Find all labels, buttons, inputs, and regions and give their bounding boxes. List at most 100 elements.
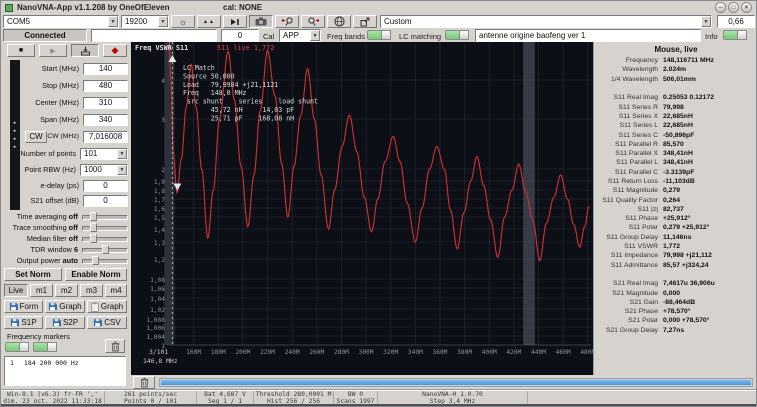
slider-thumb[interactable] <box>90 234 97 243</box>
trash-icon <box>140 377 148 388</box>
output-power-slider[interactable] <box>82 256 128 265</box>
sweep-run-button[interactable]: ▶ <box>39 44 67 57</box>
markers-toggle-1[interactable] <box>5 342 29 352</box>
mem-m3-button[interactable]: m3 <box>80 284 103 297</box>
close-button[interactable]: ✕ <box>741 2 752 13</box>
svg-text:1,7: 1,7 <box>154 197 165 204</box>
mem-m1-button[interactable]: m1 <box>30 284 53 297</box>
rbw-select[interactable]: 1000 ▼ <box>80 163 128 176</box>
chevron-down-icon[interactable]: ▼ <box>701 16 711 27</box>
delete-markers-button[interactable] <box>105 339 125 353</box>
cw-button[interactable]: CW <box>25 130 47 143</box>
copy-graph-button[interactable]: Graph <box>87 300 127 313</box>
enable-norm-button[interactable]: Enable Norm <box>65 268 127 281</box>
chevron-down-icon[interactable]: ▼ <box>117 164 127 175</box>
sweep-stop-button[interactable]: ■ <box>7 44 35 57</box>
svg-text:3: 3 <box>161 117 165 124</box>
save-form-button[interactable]: Form <box>4 300 43 313</box>
mouse-row: S11 Real Imag 0.25053 0.12172 <box>613 94 715 102</box>
cal-mode-select[interactable]: APP ▼ <box>279 29 321 42</box>
stop-icon: ■ <box>18 47 24 54</box>
edelay-input[interactable]: 0 <box>83 179 128 192</box>
marker-row[interactable]: 1 184 200 000 Hz <box>5 357 125 367</box>
save-graph-button[interactable]: Graph <box>45 300 85 313</box>
set-norm-button[interactable]: Set Norm <box>4 268 62 281</box>
svg-text:260M: 260M <box>309 349 324 356</box>
status-row-1: Win-8.1 (v6.3) fr-FR ',' 261 points/sec Ba… <box>1 391 756 398</box>
chevron-down-icon[interactable]: ▼ <box>108 16 118 27</box>
bands-button[interactable] <box>327 15 351 28</box>
minimize-button[interactable]: ─ <box>715 2 726 13</box>
lc-matching-toggle[interactable] <box>445 30 469 40</box>
points-select[interactable]: 101 ▼ <box>80 147 128 160</box>
span-input[interactable]: 340 <box>83 113 128 126</box>
stop-input[interactable]: 480 <box>83 79 128 92</box>
save-s2p-button[interactable]: S2P <box>45 316 85 329</box>
start-label: Start (MHz) <box>41 64 79 73</box>
cal-offset-input[interactable]: 0 <box>221 29 259 42</box>
freq-bands-toggle[interactable] <box>367 30 391 40</box>
markers-toggle-2[interactable] <box>33 342 57 352</box>
zoom-out-button[interactable] <box>275 15 299 28</box>
svg-text:200M: 200M <box>235 349 250 356</box>
time-averaging-slider[interactable] <box>82 212 128 221</box>
restore-button[interactable]: □ <box>728 2 739 13</box>
chevron-down-icon[interactable]: ▼ <box>117 148 127 159</box>
mem-live-button[interactable]: Live <box>4 284 28 297</box>
slider-thumb[interactable] <box>102 245 109 254</box>
median-filter-slider[interactable] <box>82 234 128 243</box>
com-port-select[interactable]: COM5 ▼ <box>3 15 119 28</box>
info-toggle[interactable] <box>723 30 747 40</box>
markers-list[interactable]: 1 184 200 000 Hz <box>4 356 126 386</box>
zoom-in-button[interactable] <box>301 15 325 28</box>
s21-offset-input[interactable]: 0 <box>83 194 128 207</box>
frequency-entry-input[interactable] <box>91 29 217 42</box>
output-power-label: Output power <box>16 256 61 265</box>
screenshot-button[interactable] <box>249 15 273 28</box>
preset-select[interactable]: Custom ▼ <box>380 15 712 28</box>
toggle-knob <box>19 342 29 352</box>
sidebar: ■ ▶ ◆ ▸ ▸ ▸ ▸ Start (MHz) 140 Stop (MHz) 4… <box>1 42 131 390</box>
sweep-once-button[interactable] <box>71 44 99 57</box>
baud-select[interactable]: 19200 ▼ <box>121 15 169 28</box>
settings-button[interactable]: ☼ <box>171 15 195 28</box>
slider-thumb[interactable] <box>90 223 97 232</box>
chart-scrollbar[interactable] <box>159 378 753 387</box>
marker-play-button[interactable] <box>223 15 247 28</box>
record-button[interactable]: ◆ <box>103 44 127 57</box>
scale-input[interactable]: 0,66 <box>717 15 755 28</box>
mem-m2-button[interactable]: m2 <box>55 284 78 297</box>
chevron-down-icon[interactable]: ▼ <box>158 16 168 27</box>
vswr-chart-canvas[interactable]: 160M 180M 200M 220M 240M 260M 280M 300M 320M 340M… <box>131 38 595 375</box>
svg-text:4: 4 <box>161 78 165 85</box>
tdr-window-slider[interactable] <box>82 245 128 254</box>
chevron-down-icon[interactable]: ▼ <box>310 30 320 41</box>
slider-track <box>82 215 128 220</box>
slider-thumb[interactable] <box>92 256 99 265</box>
mem-m4-button[interactable]: m4 <box>105 284 127 297</box>
save-csv-button[interactable]: CSV <box>87 316 127 329</box>
mouse-row: S11 Group Delay 11,146ns <box>606 233 692 241</box>
cw-input[interactable]: 7,016008 <box>83 130 128 143</box>
popout-button[interactable] <box>353 15 377 28</box>
save-s1p-button[interactable]: S1P <box>4 316 43 329</box>
scroll-up-button[interactable]: ▲▲ <box>197 15 221 28</box>
magnifier-left-arrow-icon <box>281 16 293 26</box>
vswr-chart[interactable]: 160M 180M 200M 220M 240M 260M 280M 300M 320M 340M… <box>131 38 595 375</box>
trace-smoothing-slider[interactable] <box>82 223 128 232</box>
mouse-row: S11 Admittance 85,57 +j324,24 <box>610 261 709 269</box>
start-input[interactable]: 140 <box>83 62 128 75</box>
slider-track <box>82 226 128 231</box>
com-port-value: COM5 <box>7 17 31 26</box>
clear-chart-button[interactable] <box>133 376 155 389</box>
status-cell: NanoVNA-H 1.0.70 <box>378 391 528 398</box>
slider-thumb[interactable] <box>90 212 97 221</box>
chart-scroll-row <box>131 375 756 390</box>
center-input[interactable]: 310 <box>83 96 128 109</box>
svg-text:1,4: 1,4 <box>154 227 165 234</box>
chart-scrollbar-thumb[interactable] <box>161 380 751 385</box>
connected-button[interactable]: Connected <box>3 29 87 42</box>
play-bar-icon <box>231 18 239 25</box>
description-input[interactable]: antenne origine baofeng ver 1 <box>475 29 701 42</box>
mouse-row: S11 Parallel L 348,41nH <box>616 159 693 167</box>
